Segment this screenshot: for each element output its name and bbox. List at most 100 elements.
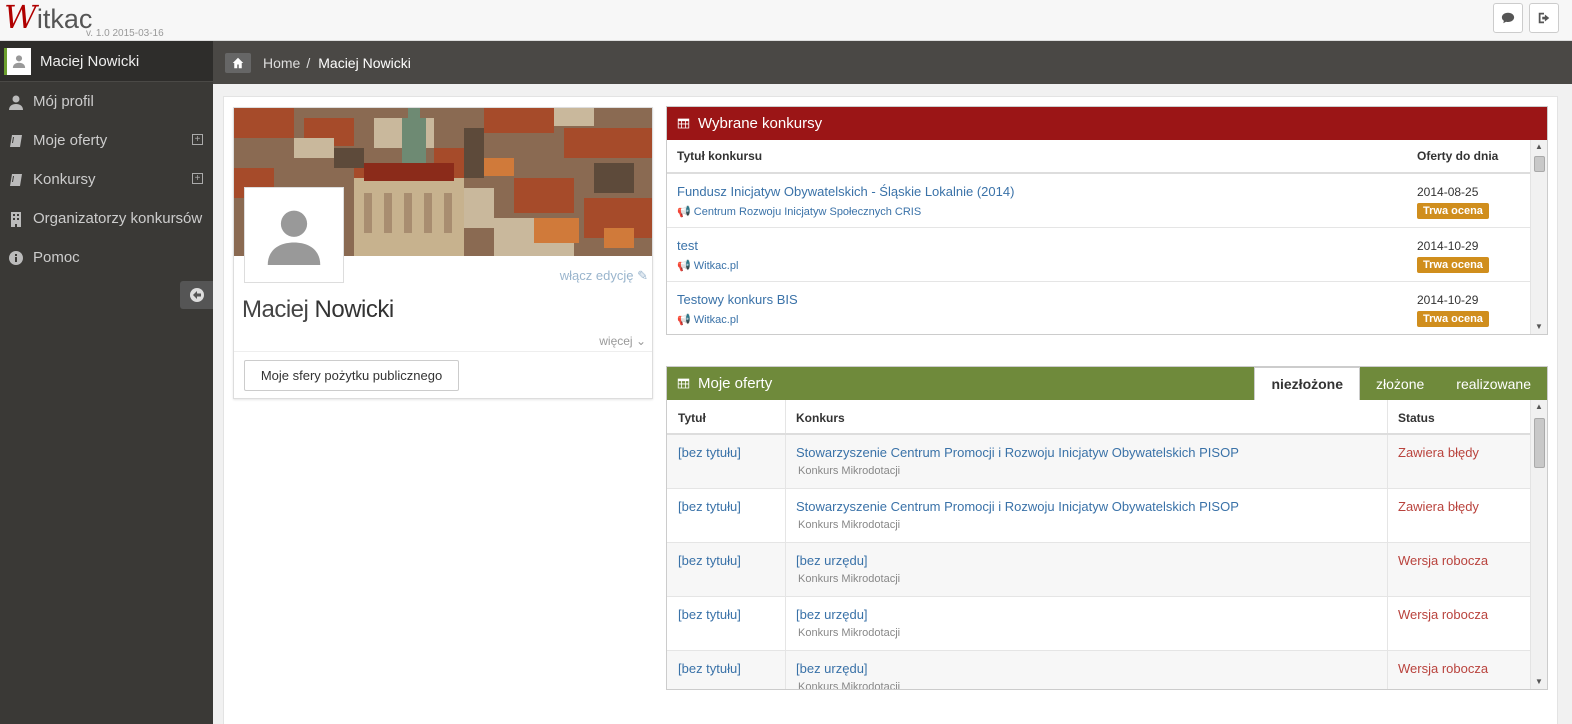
user-icon bbox=[9, 95, 23, 110]
table-row: [bez tytułu] [bez urzędu] Konkurs Mikrodo… bbox=[667, 543, 1547, 597]
offer-status: Zawiera błędy bbox=[1398, 499, 1479, 514]
contest-type: Konkurs Mikrodotacji bbox=[798, 573, 901, 585]
bullhorn-icon: 📢 bbox=[677, 206, 691, 218]
vertical-scrollbar[interactable]: ▲ ▼ bbox=[1530, 140, 1547, 334]
contest-link[interactable]: Stowarzyszenie Centrum Promocji i Rozwoj… bbox=[796, 445, 1387, 460]
more-label: więcej bbox=[599, 334, 633, 348]
tab-not-submitted[interactable]: niezłożone bbox=[1254, 367, 1361, 400]
scroll-thumb[interactable] bbox=[1534, 156, 1545, 172]
organizer-name: Witkac.pl bbox=[693, 314, 739, 326]
app-logo[interactable]: Witkac bbox=[4, 0, 92, 35]
table-row: [bez tytułu] [bez urzędu] Konkurs Mikrodo… bbox=[667, 597, 1547, 651]
sidebar: Maciej Nowicki Mój profil Moje oferty + … bbox=[0, 41, 213, 724]
panel-header: Wybrane konkursy bbox=[667, 107, 1547, 140]
scroll-up-icon[interactable]: ▲ bbox=[1531, 140, 1547, 154]
table-rows: [bez tytułu] Stowarzyszenie Centrum Prom… bbox=[667, 435, 1547, 689]
enable-edit-link[interactable]: włącz edycję ✎ bbox=[560, 268, 648, 284]
status-badge: Trwa ocena bbox=[1417, 311, 1489, 327]
more-link[interactable]: więcej ⌄ bbox=[599, 334, 646, 348]
column-header-status[interactable]: Status bbox=[1388, 400, 1530, 433]
offer-status: Wersja robocza bbox=[1398, 607, 1489, 622]
sidebar-user[interactable]: Maciej Nowicki bbox=[0, 41, 213, 82]
deadline-date: 2014-10-29 bbox=[1417, 239, 1479, 253]
messages-button[interactable] bbox=[1493, 3, 1523, 33]
offer-title-link[interactable]: [bez tytułu] bbox=[678, 499, 741, 514]
sidebar-item-label: Organizatorzy konkursów bbox=[33, 210, 203, 227]
profile-picture[interactable] bbox=[244, 187, 344, 283]
sidebar-item-help[interactable]: Pomoc bbox=[0, 238, 213, 277]
column-header-deadline[interactable]: Oferty do dnia bbox=[1417, 149, 1498, 163]
offer-tabs: niezłożone złożone realizowane bbox=[1254, 367, 1547, 400]
deadline-date: 2014-10-29 bbox=[1417, 293, 1479, 307]
app-version: v. 1.0 2015-03-16 bbox=[86, 28, 164, 39]
organizer-link[interactable]: 📢 Witkac.pl bbox=[677, 313, 738, 326]
contest-type: Konkurs Mikrodotacji bbox=[798, 519, 901, 531]
sidebar-item-contests[interactable]: Konkursy + bbox=[0, 160, 213, 199]
contest-link[interactable]: Stowarzyszenie Centrum Promocji i Rozwoj… bbox=[796, 499, 1387, 514]
home-icon bbox=[232, 57, 244, 68]
table-row: [bez tytułu] Stowarzyszenie Centrum Prom… bbox=[667, 489, 1547, 543]
panel-header: Moje oferty niezłożone złożone realizowa… bbox=[667, 367, 1547, 400]
organizer-name: Centrum Rozwoju Inicjatyw Społecznych CR… bbox=[693, 206, 922, 218]
offer-title-link[interactable]: [bez tytułu] bbox=[678, 661, 741, 676]
contest-type: Konkurs Mikrodotacji bbox=[798, 681, 901, 689]
sidebar-item-organizers[interactable]: Organizatorzy konkursów bbox=[0, 199, 213, 238]
expand-icon[interactable]: + bbox=[192, 134, 203, 145]
tab-in-progress[interactable]: realizowane bbox=[1440, 367, 1547, 400]
public-benefit-spheres-button[interactable]: Moje sfery pożytku publicznego bbox=[244, 360, 459, 391]
scroll-down-icon[interactable]: ▼ bbox=[1531, 320, 1547, 334]
column-header-title[interactable]: Tytuł bbox=[667, 400, 786, 433]
offer-status: Zawiera błędy bbox=[1398, 445, 1479, 460]
organizer-link[interactable]: 📢 Witkac.pl bbox=[677, 259, 738, 272]
contest-link[interactable]: [bez urzędu] bbox=[796, 607, 1387, 622]
sidebar-item-label: Mój profil bbox=[33, 93, 94, 110]
sidebar-item-label: Moje oferty bbox=[33, 132, 108, 149]
comment-icon bbox=[1501, 12, 1515, 24]
edit-icon: ✎ bbox=[637, 268, 648, 283]
logo-text: itkac bbox=[36, 4, 93, 34]
contest-link[interactable]: test bbox=[677, 238, 698, 253]
table-row: [bez tytułu] Stowarzyszenie Centrum Prom… bbox=[667, 435, 1547, 489]
status-badge: Trwa ocena bbox=[1417, 203, 1489, 219]
breadcrumb-current: Maciej Nowicki bbox=[318, 54, 411, 71]
contest-link[interactable]: [bez urzędu] bbox=[796, 553, 1387, 568]
contest-link[interactable]: [bez urzędu] bbox=[796, 661, 1387, 676]
breadcrumb-home[interactable]: Home bbox=[263, 55, 300, 71]
sidebar-collapse-button[interactable] bbox=[180, 281, 213, 309]
logout-button[interactable] bbox=[1529, 3, 1559, 33]
breadcrumb-separator: / bbox=[306, 54, 311, 71]
offers-table: Tytuł Konkurs Status [bez tytułu] Stowar… bbox=[667, 400, 1547, 689]
scroll-down-icon[interactable]: ▼ bbox=[1531, 675, 1547, 689]
breadcrumb: Home / Maciej Nowicki bbox=[213, 41, 1572, 84]
info-icon bbox=[9, 250, 23, 265]
sidebar-item-my-profile[interactable]: Mój profil bbox=[0, 82, 213, 121]
offer-title-link[interactable]: [bez tytułu] bbox=[678, 445, 741, 460]
scroll-up-icon[interactable]: ▲ bbox=[1531, 400, 1547, 414]
table-header: Tytuł Konkurs Status bbox=[667, 400, 1547, 435]
table-row: Testowy konkurs BIS 📢 Witkac.pl 2014-10-… bbox=[667, 282, 1547, 334]
contest-link[interactable]: Fundusz Inicjatyw Obywatelskich - Śląski… bbox=[677, 184, 1014, 199]
organizer-link[interactable]: 📢 Centrum Rozwoju Inicjatyw Społecznych … bbox=[677, 205, 921, 218]
home-button[interactable] bbox=[225, 52, 251, 73]
tab-submitted[interactable]: złożone bbox=[1360, 367, 1440, 400]
table-icon bbox=[677, 118, 690, 129]
offer-title-link[interactable]: [bez tytułu] bbox=[678, 553, 741, 568]
expand-icon[interactable]: + bbox=[192, 173, 203, 184]
selected-contests-panel: Wybrane konkursy Tytuł konkursu Oferty d… bbox=[666, 106, 1548, 335]
sidebar-item-my-offers[interactable]: Moje oferty + bbox=[0, 121, 213, 160]
offer-title-link[interactable]: [bez tytułu] bbox=[678, 607, 741, 622]
column-header-title[interactable]: Tytuł konkursu bbox=[677, 149, 1417, 163]
sidebar-item-label: Konkursy bbox=[33, 171, 96, 188]
column-header-contest[interactable]: Konkurs bbox=[786, 400, 1388, 433]
scroll-thumb[interactable] bbox=[1534, 418, 1545, 468]
avatar bbox=[4, 47, 31, 75]
contest-link[interactable]: Testowy konkurs BIS bbox=[677, 292, 798, 307]
sidebar-item-label: Pomoc bbox=[33, 249, 80, 266]
logo-letter: W bbox=[4, 0, 37, 36]
building-icon bbox=[11, 211, 21, 227]
vertical-scrollbar[interactable]: ▲ ▼ bbox=[1530, 400, 1547, 689]
profile-name: Maciej Nowicki bbox=[242, 296, 394, 324]
bullhorn-icon: 📢 bbox=[677, 314, 691, 326]
my-offers-panel: Moje oferty niezłożone złożone realizowa… bbox=[666, 366, 1548, 690]
contest-type: Konkurs Mikrodotacji bbox=[798, 627, 901, 639]
